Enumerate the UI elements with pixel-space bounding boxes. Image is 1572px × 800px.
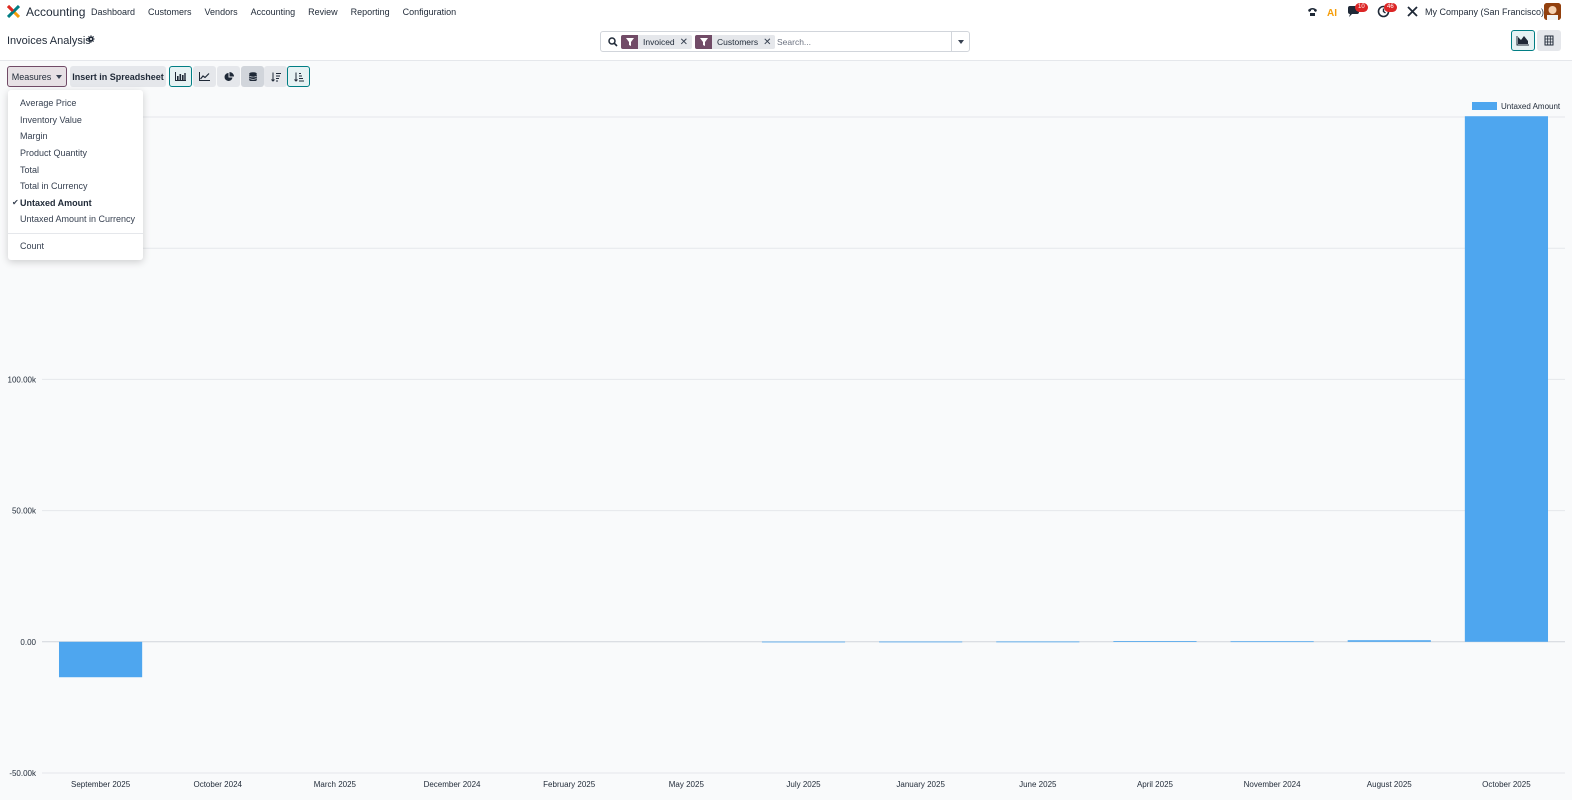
pie-chart-button[interactable] — [217, 66, 240, 87]
menu-customers[interactable]: Customers — [148, 7, 192, 17]
menu-configuration[interactable]: Configuration — [403, 7, 457, 17]
x-tick-label: March 2025 — [314, 780, 357, 789]
bar — [58, 641, 143, 678]
sort-ascending-button[interactable] — [287, 66, 310, 87]
legend-swatch — [1472, 102, 1497, 110]
remove-facet-icon[interactable]: ✕ — [680, 37, 692, 48]
y-tick-label: -50.00k — [9, 769, 37, 778]
menu-divider — [8, 233, 143, 234]
search-options-toggle[interactable] — [951, 32, 969, 51]
company-switcher[interactable]: My Company (San Francisco) — [1425, 7, 1544, 17]
x-tick-label: August 2025 — [1367, 780, 1412, 789]
stack-icon — [248, 71, 257, 81]
area-chart-icon — [1516, 36, 1529, 46]
measure-total-in-currency[interactable]: Total in Currency — [20, 181, 88, 191]
svg-text:AI: AI — [1327, 8, 1337, 18]
gear-icon[interactable] — [87, 35, 95, 43]
facet-invoiced[interactable]: Invoiced ✕ — [621, 35, 693, 49]
phone-icon[interactable] — [1306, 5, 1319, 18]
y-tick-label: 0.00 — [20, 638, 36, 647]
x-tick-label: December 2024 — [424, 780, 481, 789]
menu-review[interactable]: Review — [308, 7, 338, 17]
x-tick-label: October 2025 — [1482, 780, 1531, 789]
activities-badge: 46 — [1384, 3, 1397, 12]
measure-total[interactable]: Total — [20, 165, 39, 175]
legend-label: Untaxed Amount — [1501, 102, 1561, 111]
bar — [761, 641, 846, 643]
measure-margin[interactable]: Margin — [20, 131, 48, 141]
x-tick-label: November 2024 — [1244, 780, 1301, 789]
measure-product-quantity[interactable]: Product Quantity — [20, 148, 87, 158]
ai-icon[interactable]: AI — [1327, 5, 1340, 18]
bar — [1230, 641, 1314, 643]
x-tick-label: October 2024 — [193, 780, 242, 789]
line-chart-button[interactable] — [193, 66, 216, 87]
search-icon[interactable] — [608, 37, 618, 47]
table-icon — [1544, 35, 1554, 46]
pie-chart-icon — [224, 71, 234, 81]
stacked-button[interactable] — [241, 66, 264, 87]
facet-label: Invoiced — [643, 37, 675, 47]
control-panel: Invoices Analysis Invoiced ✕ Customers ✕ — [0, 24, 1572, 61]
menu-vendors[interactable]: Vendors — [205, 7, 238, 17]
menu-dashboard[interactable]: Dashboard — [91, 7, 135, 17]
bar — [879, 641, 963, 643]
menu-reporting[interactable]: Reporting — [351, 7, 390, 17]
measures-button[interactable]: Measures — [7, 66, 67, 87]
search-input[interactable] — [777, 34, 947, 49]
menu-accounting[interactable]: Accounting — [251, 7, 296, 17]
insert-in-spreadsheet-button[interactable]: Insert in Spreadsheet — [70, 66, 166, 87]
pivot-view-switch[interactable] — [1537, 30, 1561, 51]
remove-facet-icon[interactable]: ✕ — [763, 37, 775, 48]
user-avatar[interactable] — [1544, 3, 1561, 20]
graph-view-switch[interactable] — [1511, 30, 1535, 51]
filter-icon — [695, 35, 712, 49]
bar — [1347, 640, 1431, 642]
bar-chart-button[interactable] — [169, 66, 192, 87]
caret-down-icon — [56, 74, 63, 79]
sort-ascending-icon — [293, 72, 304, 82]
sort-descending-icon — [270, 72, 281, 82]
x-tick-label: June 2025 — [1019, 780, 1057, 789]
facet-label: Customers — [717, 37, 759, 47]
accounting-logo-icon[interactable] — [7, 5, 20, 18]
measure-untaxed-amount[interactable]: Untaxed Amount — [20, 198, 92, 208]
sort-descending-button[interactable] — [264, 66, 287, 87]
x-tick-label: February 2025 — [543, 780, 596, 789]
y-tick-label: 50.00k — [12, 507, 37, 516]
x-tick-label: January 2025 — [896, 780, 945, 789]
bar — [1113, 641, 1197, 642]
bar — [996, 641, 1080, 643]
bar-chart-icon — [175, 72, 186, 81]
measure-average-price[interactable]: Average Price — [20, 98, 76, 108]
y-tick-label: 100.00k — [8, 375, 37, 384]
measure-untaxed-amount-in-currency[interactable]: Untaxed Amount in Currency — [20, 214, 135, 224]
page-title: Invoices Analysis — [7, 35, 91, 47]
app-name[interactable]: Accounting — [26, 5, 85, 19]
filter-icon — [621, 35, 638, 49]
main-menu: Dashboard Customers Vendors Accounting R… — [91, 7, 456, 17]
search-bar: Invoiced ✕ Customers ✕ — [600, 31, 970, 52]
measures-dropdown: Average Price Inventory Value Margin Pro… — [8, 90, 143, 260]
measure-inventory-value[interactable]: Inventory Value — [20, 115, 82, 125]
bar-chart: -50.00k0.0050.00k100.00k150.00kSeptember… — [8, 102, 1565, 789]
graph-toolbar: Measures Insert in Spreadsheet — [0, 66, 1572, 88]
messages-badge: 10 — [1355, 3, 1368, 12]
bar — [1464, 116, 1549, 642]
x-tick-label: April 2025 — [1137, 780, 1174, 789]
measures-label: Measures — [11, 71, 52, 82]
line-chart-icon — [199, 72, 210, 81]
top-navbar: Accounting Dashboard Customers Vendors A… — [0, 0, 1572, 24]
x-tick-label: July 2025 — [786, 780, 821, 789]
facet-customers[interactable]: Customers ✕ — [695, 35, 776, 49]
tools-icon[interactable] — [1406, 5, 1419, 18]
checkmark-icon: ✔ — [12, 198, 19, 207]
x-tick-label: September 2025 — [71, 780, 131, 789]
measure-count[interactable]: Count — [20, 241, 44, 251]
x-tick-label: May 2025 — [669, 780, 705, 789]
